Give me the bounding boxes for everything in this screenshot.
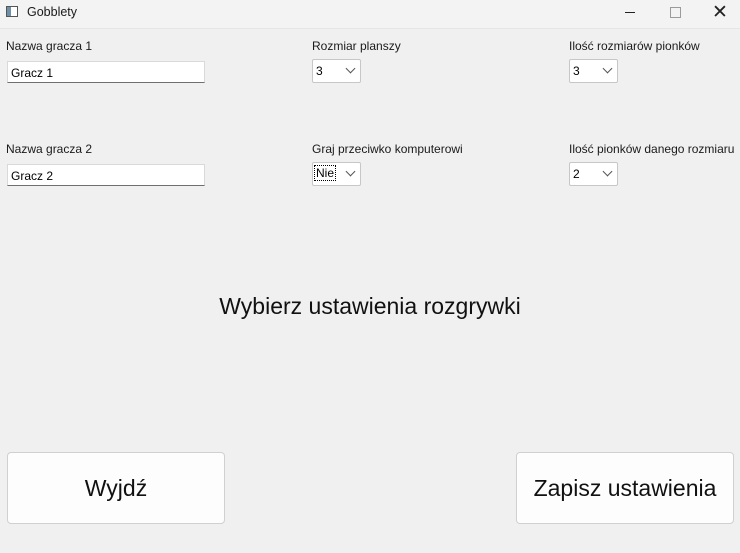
piece-sizes-label: Ilość rozmiarów pionków (569, 39, 700, 53)
exit-button[interactable]: Wyjdź (7, 452, 225, 524)
minimize-button[interactable] (607, 0, 653, 28)
window-title: Gobblety (27, 5, 78, 19)
board-size-select[interactable]: 3 (312, 59, 361, 83)
title-bar: Gobblety ✕ (0, 0, 740, 29)
player2-label: Nazwa gracza 2 (6, 142, 93, 156)
vs-computer-label: Graj przeciwko komputerowi (312, 142, 463, 156)
minimize-icon (625, 12, 635, 14)
chevron-down-icon (345, 63, 356, 74)
piece-sizes-select[interactable]: 3 (569, 59, 618, 83)
player2-name-input[interactable]: Gracz 2 (7, 164, 205, 186)
board-size-label: Rozmiar planszy (312, 39, 401, 53)
app-window-icon (6, 6, 18, 17)
chevron-down-icon (602, 63, 613, 74)
player1-label: Nazwa gracza 1 (6, 39, 93, 53)
player1-name-input[interactable]: Gracz 1 (7, 61, 205, 83)
piece-sizes-value: 3 (573, 64, 580, 78)
board-size-value: 3 (316, 64, 323, 78)
chevron-down-icon (345, 166, 356, 177)
vs-computer-value: Nie (313, 165, 337, 181)
vs-computer-select[interactable]: Nie (312, 162, 361, 186)
pieces-per-size-value: 2 (573, 167, 580, 181)
pieces-per-size-label: Ilość pionków danego rozmiaru (569, 142, 735, 156)
maximize-icon (669, 7, 681, 19)
save-settings-button[interactable]: Zapisz ustawienia (516, 452, 734, 524)
close-button[interactable]: ✕ (697, 0, 740, 28)
pieces-per-size-select[interactable]: 2 (569, 162, 618, 186)
chevron-down-icon (602, 166, 613, 177)
settings-heading: Wybierz ustawienia rozgrywki (219, 293, 521, 319)
maximize-button[interactable] (652, 0, 698, 28)
